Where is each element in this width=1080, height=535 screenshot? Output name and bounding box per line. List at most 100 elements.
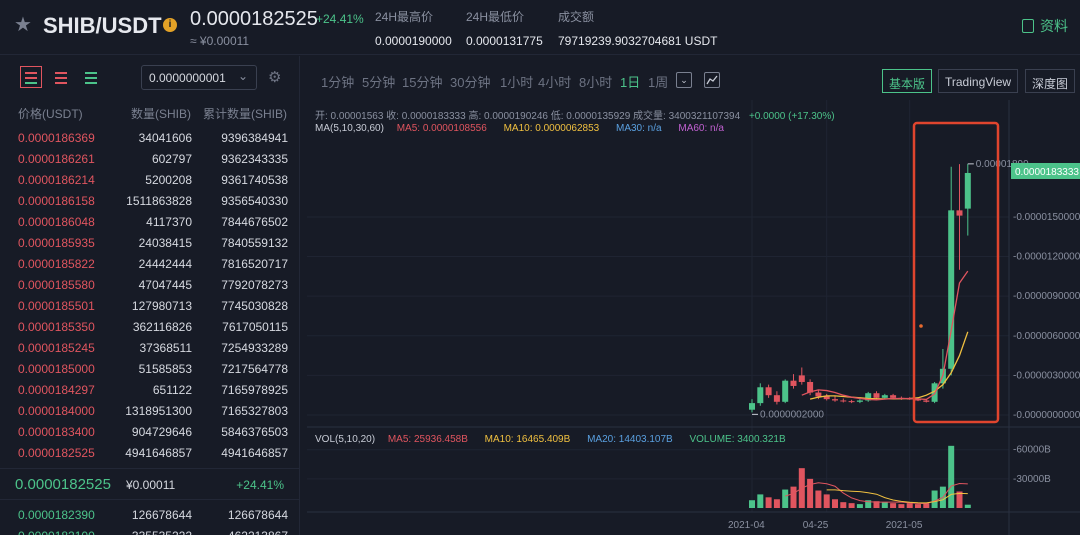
ask-row[interactable]: 0.0000185580 47047445 7792078273 bbox=[0, 275, 300, 296]
ask-total: 9356540330 bbox=[221, 194, 288, 208]
ask-row[interactable]: 0.0000184000 1318951300 7165327803 bbox=[0, 401, 300, 422]
ma-title: MA(5,10,30,60) bbox=[315, 123, 384, 134]
chart-toolbar: 1分钟 5分钟 15分钟 30分钟 1小时 4小时 8小时 1日 1周 ⌄ 基本版 Trading… bbox=[307, 66, 1080, 96]
ask-row[interactable]: 0.0000186048 4117370 7844676502 bbox=[0, 212, 300, 233]
ask-row[interactable]: 0.0000186369 34041606 9396384941 bbox=[0, 128, 300, 149]
ask-row[interactable]: 0.0000185501 127980713 7745030828 bbox=[0, 296, 300, 317]
bid-row[interactable]: 0.0000182100 335535222 462213867 bbox=[0, 526, 300, 535]
ohlc-legend: 开: 0.00001563 收: 0.0000183333 高: 0.00001… bbox=[315, 107, 835, 122]
volume-bar bbox=[840, 502, 847, 508]
volume-bar bbox=[856, 504, 863, 508]
orderbook-mode-asks-button[interactable] bbox=[50, 66, 72, 88]
candle-body bbox=[856, 400, 863, 402]
period-tab[interactable]: 1日 bbox=[620, 72, 640, 91]
ask-qty: 4941646857 bbox=[125, 446, 192, 460]
more-periods-dropdown[interactable]: ⌄ bbox=[676, 72, 692, 88]
ask-total: 9361740538 bbox=[221, 173, 288, 187]
profile-info-button[interactable]: 资料 bbox=[1022, 16, 1068, 36]
trading-pair[interactable]: SHIB/USDT bbox=[43, 13, 162, 39]
view-mode-button[interactable]: 基本版 bbox=[882, 69, 933, 93]
volume-bar bbox=[890, 503, 897, 508]
candle-body bbox=[956, 210, 963, 216]
ask-price: 0.0000185000 bbox=[18, 362, 95, 376]
ask-qty: 34041606 bbox=[138, 131, 192, 145]
current-price-tag-text: 0.0000183333 bbox=[1015, 167, 1079, 178]
orderbook-mode-both-button[interactable] bbox=[20, 66, 42, 88]
kline-chart[interactable]: 开: 0.00001563 收: 0.0000183333 高: 0.00001… bbox=[307, 100, 1080, 535]
ask-qty: 24038415 bbox=[138, 236, 192, 250]
ask-total: 7840559132 bbox=[221, 236, 288, 250]
ask-total: 9396384941 bbox=[221, 131, 288, 145]
volume-bar bbox=[815, 490, 822, 508]
period-tab[interactable]: 4小时 bbox=[538, 72, 571, 91]
ask-qty: 602797 bbox=[151, 152, 192, 166]
ask-row[interactable]: 0.0000185350 362116826 7617050115 bbox=[0, 317, 300, 338]
bid-price: 0.0000182100 bbox=[18, 529, 95, 535]
ask-total: 7617050115 bbox=[222, 320, 288, 334]
ask-row[interactable]: 0.0000185000 51585853 7217564778 bbox=[0, 359, 300, 380]
stat-value: 0.0000131775 bbox=[466, 34, 543, 48]
volume-bar bbox=[898, 504, 905, 508]
period-tab[interactable]: 1小时 bbox=[500, 72, 533, 91]
ask-row[interactable]: 0.0000186158 1511863828 9356540330 bbox=[0, 191, 300, 212]
period-tab[interactable]: 1分钟 bbox=[321, 72, 354, 91]
period-tab[interactable]: 8小时 bbox=[579, 72, 612, 91]
precision-select[interactable]: 0.0000000001 ⌄ bbox=[141, 65, 257, 90]
ask-price: 0.0000185245 bbox=[18, 341, 95, 355]
ask-row[interactable]: 0.0000183400 904729646 5846376503 bbox=[0, 422, 300, 443]
ask-total: 7217564778 bbox=[221, 362, 288, 376]
x-tick-label: 2021-05 bbox=[886, 520, 923, 531]
ask-row[interactable]: 0.0000184297 651122 7165978925 bbox=[0, 380, 300, 401]
candle-body bbox=[832, 399, 838, 401]
ask-qty: 362116826 bbox=[132, 320, 192, 334]
y-tick-label: -0.0000090000 bbox=[1013, 291, 1080, 302]
ask-row[interactable]: 0.0000185935 24038415 7840559132 bbox=[0, 233, 300, 254]
price-cny-approx: ≈ ¥0.00011 bbox=[190, 34, 250, 48]
info-icon[interactable]: i bbox=[163, 18, 177, 32]
volume-legend: VOL(5,10,20) MA5: 25936.458B MA10: 16465… bbox=[315, 434, 786, 445]
period-tab[interactable]: 1周 bbox=[648, 72, 668, 91]
document-icon bbox=[1022, 19, 1034, 33]
ask-price: 0.0000185822 bbox=[18, 257, 95, 271]
indicator-chart-icon[interactable] bbox=[704, 72, 720, 88]
ask-total: 7165327803 bbox=[221, 404, 288, 418]
stat-value: 0.0000190000 bbox=[375, 34, 452, 48]
period-tab[interactable]: 15分钟 bbox=[402, 72, 442, 91]
period-tab[interactable]: 30分钟 bbox=[450, 72, 490, 91]
x-tick-label: 04-25 bbox=[803, 520, 829, 531]
ask-row[interactable]: 0.0000185245 37368511 7254933289 bbox=[0, 338, 300, 359]
view-mode-button[interactable]: TradingView bbox=[938, 69, 1019, 93]
volume-bar bbox=[832, 499, 838, 508]
orderbook-mode-bids-button[interactable] bbox=[80, 66, 102, 88]
period-tab[interactable]: 5分钟 bbox=[362, 72, 395, 91]
price-change-percent: +24.41% bbox=[316, 12, 364, 26]
candle-body bbox=[790, 380, 797, 386]
ask-qty: 651122 bbox=[152, 383, 192, 397]
ask-price: 0.0000184000 bbox=[18, 404, 95, 418]
volume-bar bbox=[906, 503, 913, 508]
favorite-star-icon[interactable]: ★ bbox=[14, 15, 34, 35]
view-mode-button[interactable]: 深度图 bbox=[1025, 69, 1076, 93]
bid-qty: 126678644 bbox=[131, 508, 192, 522]
vol-title: VOL(5,10,20) bbox=[315, 434, 376, 445]
ask-price: 0.0000185580 bbox=[18, 278, 95, 292]
ask-qty: 4117370 bbox=[146, 215, 192, 229]
column-header-total: 累计数量(SHIB) bbox=[202, 107, 287, 121]
ohlc-values: 开: 0.00001563 收: 0.0000183333 高: 0.00001… bbox=[315, 111, 741, 122]
mid-price-change: +24.41% bbox=[236, 478, 284, 492]
ask-row[interactable]: 0.0000186261 602797 9362343335 bbox=[0, 149, 300, 170]
column-header-price: 价格(USDT) bbox=[18, 107, 83, 121]
mid-price-row: 0.0000182525 ¥0.00011 +24.41% bbox=[0, 468, 300, 500]
chart-canvas[interactable]: -0.0000150000 -0.0000120000 -0.0000090000 -… bbox=[307, 100, 1080, 535]
ask-row[interactable]: 0.0000185822 24442444 7816520717 bbox=[0, 254, 300, 275]
ask-row[interactable]: 0.0000182525 4941646857 4941646857 bbox=[0, 443, 300, 464]
ohlc-change: +0.0000 (+17.30%) bbox=[748, 111, 835, 122]
candle-body bbox=[757, 387, 764, 404]
ask-row[interactable]: 0.0000186214 5200208 9361740538 bbox=[0, 170, 300, 191]
candle-body bbox=[773, 395, 780, 402]
bid-row[interactable]: 0.0000182390 126678644 126678644 bbox=[0, 505, 300, 526]
candle-body bbox=[815, 392, 822, 397]
ask-price: 0.0000184297 bbox=[18, 383, 95, 397]
settings-gear-icon[interactable]: ⚙ bbox=[268, 68, 281, 86]
ask-price: 0.0000186369 bbox=[18, 131, 95, 145]
